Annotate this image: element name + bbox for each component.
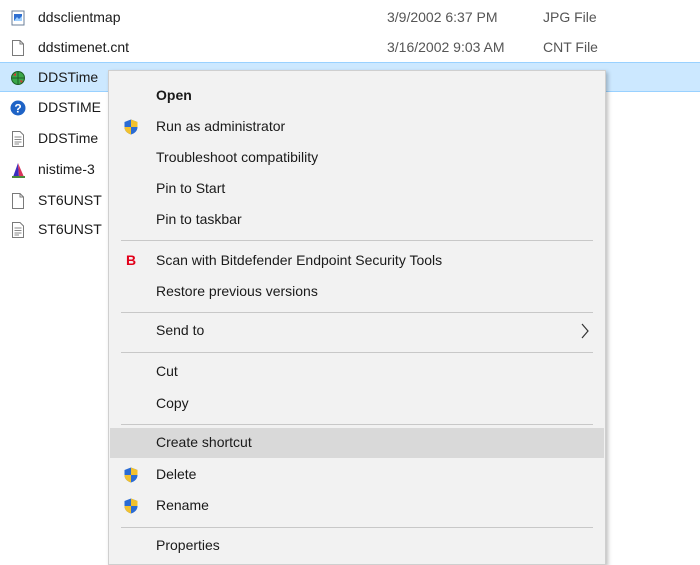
menu-item-label: Pin to taskbar bbox=[156, 211, 242, 227]
menu-item-label: Run as administrator bbox=[156, 118, 286, 134]
file-name: ddstimenet.cnt bbox=[38, 39, 130, 55]
menu-item-label: Copy bbox=[156, 395, 189, 411]
menu-item-pin-start[interactable]: Pin to Start bbox=[110, 174, 604, 204]
file-name: DDSTIME bbox=[38, 99, 101, 115]
bitdefender-icon: B bbox=[126, 252, 137, 268]
chevron-right-icon bbox=[581, 323, 589, 339]
menu-separator bbox=[121, 312, 593, 313]
menu-item-create-shortcut[interactable]: Create shortcut bbox=[110, 428, 604, 458]
menu-item-label: Send to bbox=[156, 322, 205, 338]
menu-separator bbox=[121, 424, 593, 425]
blank-file-icon bbox=[12, 40, 24, 56]
menu-item-label: Rename bbox=[156, 497, 209, 513]
file-type: JPG File bbox=[543, 9, 597, 25]
app-triangle-icon bbox=[12, 163, 25, 178]
file-date: 3/16/2002 9:03 AM bbox=[387, 39, 505, 55]
menu-item-label: Properties bbox=[156, 537, 220, 553]
file-name: ST6UNST bbox=[38, 192, 102, 208]
menu-separator bbox=[121, 527, 593, 528]
blank-file-icon bbox=[12, 193, 24, 209]
menu-item-open[interactable]: Open bbox=[110, 81, 604, 111]
menu-item-cut[interactable]: Cut bbox=[110, 357, 604, 387]
context-menu: Open Run as administrator Troubleshoot c… bbox=[108, 70, 606, 565]
app-globe-icon bbox=[11, 71, 25, 85]
menu-item-label: Open bbox=[156, 87, 192, 103]
menu-item-bitdefender-scan[interactable]: B Scan with Bitdefender Endpoint Securit… bbox=[110, 246, 604, 276]
file-name: ST6UNST bbox=[38, 221, 102, 237]
file-name: ddsclientmap bbox=[38, 9, 121, 25]
file-row[interactable]: ddstimenet.cnt 3/16/2002 9:03 AM CNT Fil… bbox=[0, 33, 700, 63]
svg-text:?: ? bbox=[14, 102, 21, 116]
menu-item-label: Troubleshoot compatibility bbox=[156, 149, 319, 165]
text-file-icon bbox=[12, 222, 24, 238]
uac-shield-icon bbox=[124, 467, 138, 483]
menu-item-label: Cut bbox=[156, 363, 178, 379]
uac-shield-icon bbox=[124, 498, 138, 514]
menu-item-label: Delete bbox=[156, 466, 197, 482]
uac-shield-icon bbox=[124, 119, 138, 135]
menu-item-delete[interactable]: Delete bbox=[110, 460, 604, 490]
menu-item-label: Scan with Bitdefender Endpoint Security … bbox=[156, 252, 443, 268]
menu-item-copy[interactable]: Copy bbox=[110, 389, 604, 419]
menu-item-label: Pin to Start bbox=[156, 180, 226, 196]
menu-item-send-to[interactable]: Send to bbox=[110, 316, 604, 346]
file-name: nistime-3 bbox=[38, 161, 95, 177]
menu-separator bbox=[121, 352, 593, 353]
file-row[interactable]: ddsclientmap 3/9/2002 6:37 PM JPG File bbox=[0, 3, 700, 33]
file-type: CNT File bbox=[543, 39, 598, 55]
menu-item-restore-versions[interactable]: Restore previous versions bbox=[110, 277, 604, 307]
menu-item-rename[interactable]: Rename bbox=[110, 491, 604, 521]
file-name: DDSTime bbox=[38, 69, 99, 85]
menu-item-troubleshoot[interactable]: Troubleshoot compatibility bbox=[110, 143, 604, 173]
file-date: 3/9/2002 6:37 PM bbox=[387, 9, 498, 25]
text-file-icon bbox=[12, 131, 24, 147]
menu-item-label: Create shortcut bbox=[156, 434, 252, 450]
menu-item-pin-taskbar[interactable]: Pin to taskbar bbox=[110, 205, 604, 235]
file-name: DDSTime bbox=[38, 130, 99, 146]
menu-item-run-as-admin[interactable]: Run as administrator bbox=[110, 112, 604, 142]
help-file-icon: ? bbox=[10, 100, 26, 116]
menu-item-label: Restore previous versions bbox=[156, 283, 318, 299]
menu-item-properties[interactable]: Properties bbox=[110, 531, 604, 561]
menu-separator bbox=[121, 240, 593, 241]
image-file-icon bbox=[11, 10, 25, 26]
